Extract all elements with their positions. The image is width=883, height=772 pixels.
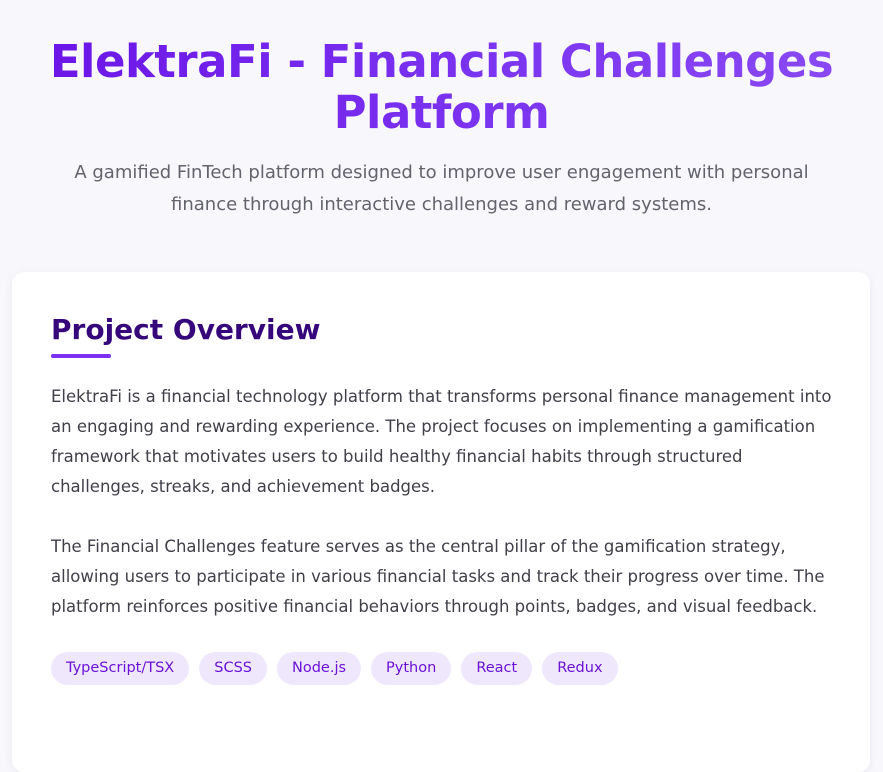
page-title: ElektraFi - Financial Challenges Platfor… [0,0,883,138]
page-subtitle: A gamified FinTech platform designed to … [74,162,809,215]
overview-paragraph-1: ElektraFi is a financial technology plat… [51,387,832,496]
tech-tag-react: React [461,652,533,685]
tech-tag-redux: Redux [542,652,618,685]
heading-underline [51,354,111,358]
overview-paragraph-2: The Financial Challenges feature serves … [51,537,825,616]
hero-section: ElektraFi - Financial Challenges Platfor… [0,0,883,221]
tech-tag-nodejs: Node.js [277,652,362,685]
tech-tag-scss: SCSS [199,652,267,685]
tech-tag-typescript: TypeScript/TSX [51,652,190,685]
project-overview-card: Project Overview ElektraFi is a financia… [12,272,870,772]
section-heading: Project Overview [51,313,321,346]
tech-tag-list: TypeScript/TSX SCSS Node.js Python React… [51,652,618,685]
tech-tag-python: Python [371,652,452,685]
